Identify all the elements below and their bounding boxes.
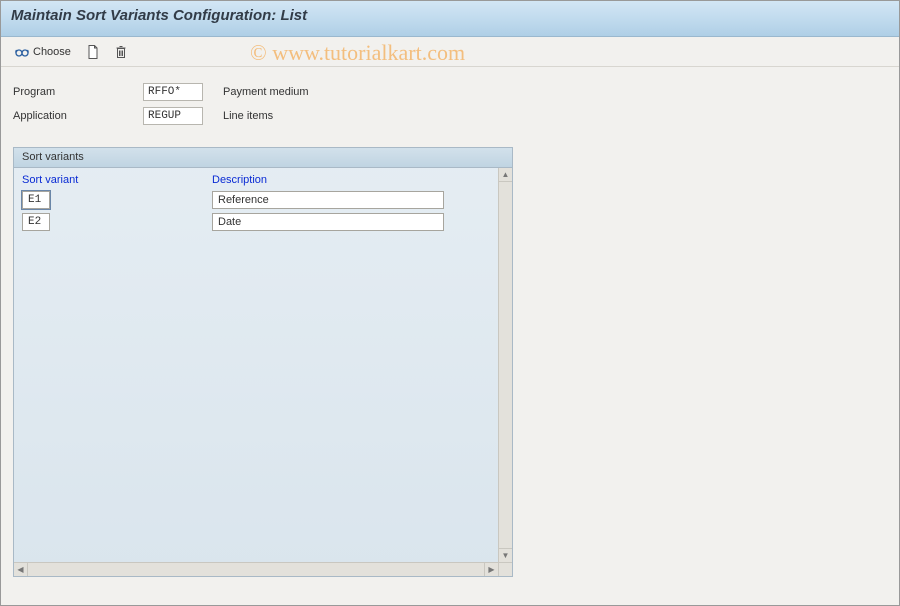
horizontal-scrollbar[interactable]: ◀ ▶ (14, 562, 498, 576)
application-row: Application Line items (13, 105, 887, 127)
table-row: E2 Date (22, 212, 504, 232)
choose-button[interactable]: Choose (7, 41, 78, 63)
trash-icon (113, 44, 129, 60)
sort-variant-cell[interactable]: E1 (22, 191, 50, 209)
scroll-up-icon[interactable]: ▲ (499, 168, 512, 182)
panel-wrap: Sort variants Sort variant Description E… (1, 135, 899, 589)
sort-variants-panel: Sort variants Sort variant Description E… (13, 147, 513, 577)
new-button[interactable] (80, 41, 106, 63)
choose-button-label: Choose (33, 46, 71, 58)
new-document-icon (85, 44, 101, 60)
program-desc: Payment medium (223, 86, 309, 98)
scroll-left-icon[interactable]: ◀ (14, 563, 28, 576)
description-cell[interactable]: Date (212, 213, 444, 231)
col-sort-variant: Sort variant (22, 174, 212, 186)
page-title: Maintain Sort Variants Configuration: Li… (11, 7, 307, 24)
application-desc: Line items (223, 110, 273, 122)
application-label: Application (13, 110, 143, 122)
scrollbar-corner (498, 562, 512, 576)
glasses-icon (14, 44, 30, 60)
title-bar: Maintain Sort Variants Configuration: Li… (1, 1, 899, 37)
panel-title: Sort variants (14, 148, 512, 168)
panel-body: Sort variant Description E1 Reference E2… (14, 168, 512, 240)
col-description: Description (212, 174, 452, 186)
vertical-scrollbar[interactable]: ▲ ▼ (498, 168, 512, 576)
description-cell[interactable]: Reference (212, 191, 444, 209)
program-input[interactable] (143, 83, 203, 101)
column-headers: Sort variant Description (22, 174, 504, 186)
scroll-down-icon[interactable]: ▼ (499, 548, 512, 562)
toolbar: Choose (1, 37, 899, 67)
table-row: E1 Reference (22, 190, 504, 210)
program-label: Program (13, 86, 143, 98)
scroll-right-icon[interactable]: ▶ (484, 563, 498, 576)
delete-button[interactable] (108, 41, 134, 63)
form-area: Program Payment medium Application Line … (1, 67, 899, 135)
application-input[interactable] (143, 107, 203, 125)
program-row: Program Payment medium (13, 81, 887, 103)
sort-variant-cell[interactable]: E2 (22, 213, 50, 231)
